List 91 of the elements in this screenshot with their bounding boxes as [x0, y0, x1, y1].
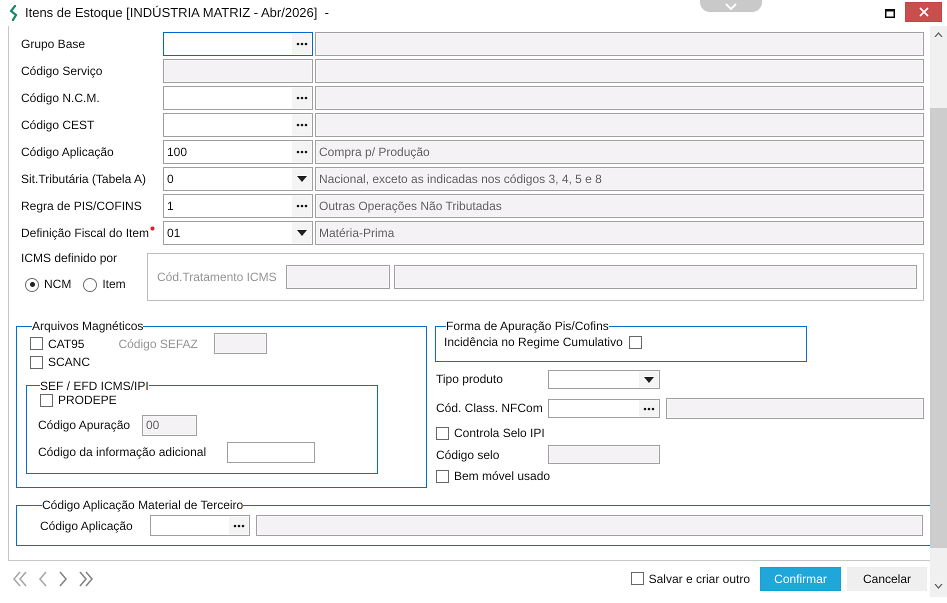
- checkbox[interactable]: [628, 336, 642, 350]
- input-field[interactable]: [256, 515, 923, 536]
- last-icon[interactable]: [78, 571, 94, 587]
- close-button[interactable]: [905, 2, 942, 22]
- checkbox[interactable]: [30, 356, 43, 370]
- input-field[interactable]: [666, 398, 924, 419]
- first-icon[interactable]: [12, 571, 28, 587]
- checkbox[interactable]: [30, 337, 43, 350]
- lookup-button[interactable]: [292, 33, 312, 55]
- lookup-button[interactable]: [639, 400, 659, 417]
- field-label: Código CEST: [21, 118, 96, 132]
- radio-button[interactable]: [83, 278, 98, 292]
- logo-icon: [9, 5, 19, 21]
- radio-button[interactable]: [25, 278, 39, 292]
- field-label: Código SEFAZ: [118, 336, 198, 352]
- field-label: Código da informação adicional: [38, 444, 208, 460]
- input-field[interactable]: [548, 445, 660, 464]
- caret-icon: [297, 176, 307, 182]
- section-label: ICMS definido por: [21, 251, 118, 266]
- checkbox-label: SCANC: [48, 355, 90, 370]
- field-label: Cód. Class. NFCom: [436, 401, 544, 416]
- maximize-icon: [885, 8, 895, 18]
- field-label: Código Aplicação: [40, 518, 134, 534]
- more-icon: [296, 96, 308, 100]
- field-label: Código N.C.M.: [21, 90, 101, 106]
- field-label: Código Aplicação: [21, 144, 115, 160]
- dropdown[interactable]: 01: [163, 221, 313, 245]
- lookup-button[interactable]: [292, 114, 312, 136]
- scrollbar[interactable]: [930, 26, 947, 597]
- radio-label: NCM: [44, 277, 72, 292]
- field-label: Tipo produto: [436, 372, 504, 387]
- field-label: Definição Fiscal do Item: [21, 226, 163, 240]
- checkbox[interactable]: [436, 470, 449, 484]
- radio-label: Item: [102, 277, 126, 292]
- field-label: Cód.Tratamento ICMS: [157, 270, 277, 284]
- checkbox[interactable]: [630, 572, 644, 586]
- dropdown[interactable]: [548, 370, 660, 389]
- input-field[interactable]: [286, 265, 390, 289]
- lookup-field[interactable]: 100: [163, 140, 313, 164]
- lookup-button[interactable]: [292, 195, 312, 217]
- lookup-button[interactable]: [229, 516, 249, 536]
- lookup-field[interactable]: [163, 32, 313, 56]
- more-icon: [233, 524, 245, 528]
- confirm-button[interactable]: Confirmar: [760, 567, 841, 591]
- field-label: Sit.Tributária (Tabela A): [21, 172, 147, 186]
- collapse-tab[interactable]: [700, 0, 762, 12]
- input-field[interactable]: 00: [142, 414, 197, 436]
- checkbox-label: PRODEPE: [58, 393, 117, 408]
- lookup-button[interactable]: [292, 141, 312, 163]
- checkbox-label: Incidência no Regime Cumulativo: [444, 335, 623, 350]
- scroll-up-icon: [934, 32, 943, 37]
- chevron-down-icon: [725, 2, 737, 10]
- close-icon: [918, 6, 928, 16]
- more-icon: [296, 42, 308, 46]
- checkbox[interactable]: [436, 426, 449, 440]
- more-icon: [296, 123, 308, 127]
- lookup-button[interactable]: [292, 87, 312, 109]
- window-title: Itens de Estoque [INDÚSTRIA MATRIZ - Abr/2026] -: [25, 5, 329, 21]
- field-label: Grupo Base: [21, 36, 86, 52]
- field-label: Regra de PIS/COFINS: [21, 198, 143, 214]
- lookup-field[interactable]: [163, 113, 313, 137]
- checkbox-label: Salvar e criar outro: [648, 572, 750, 586]
- checkbox[interactable]: [40, 394, 53, 407]
- lookup-field[interactable]: 1: [163, 194, 313, 218]
- lookup-field[interactable]: [150, 515, 250, 536]
- checkbox-label: CAT95: [48, 336, 84, 352]
- lookup-field[interactable]: [548, 399, 660, 418]
- input-field[interactable]: [214, 333, 267, 354]
- dropdown[interactable]: 0: [163, 167, 313, 191]
- field-label: Código Apuração: [38, 418, 132, 432]
- cancel-button[interactable]: Cancelar: [847, 567, 927, 591]
- more-icon: [296, 204, 308, 208]
- previous-icon[interactable]: [38, 571, 48, 587]
- field-label: Código selo: [436, 448, 500, 462]
- scroll-thumb[interactable]: [930, 108, 947, 548]
- input-field[interactable]: [227, 442, 315, 463]
- group-title: SEF / EFD ICMS/IPI: [40, 378, 149, 394]
- input-field[interactable]: [394, 265, 917, 289]
- group-title: Código Aplicação Material de Terceiro: [42, 498, 244, 512]
- checkbox-label: Controla Selo IPI: [454, 426, 545, 440]
- caret-icon: [297, 230, 307, 236]
- more-icon: [643, 406, 655, 410]
- checkbox-label: Bem móvel usado: [454, 469, 550, 484]
- more-icon: [296, 150, 308, 154]
- group-title: Forma de Apuração Pis/Cofins: [446, 319, 609, 334]
- lookup-field[interactable]: [163, 86, 313, 110]
- group-title: Arquivos Magnéticos: [32, 319, 144, 334]
- caret-icon: [644, 376, 654, 382]
- field-label: Código Serviço: [21, 64, 104, 78]
- next-icon[interactable]: [58, 571, 68, 587]
- scroll-down-icon: [934, 584, 943, 589]
